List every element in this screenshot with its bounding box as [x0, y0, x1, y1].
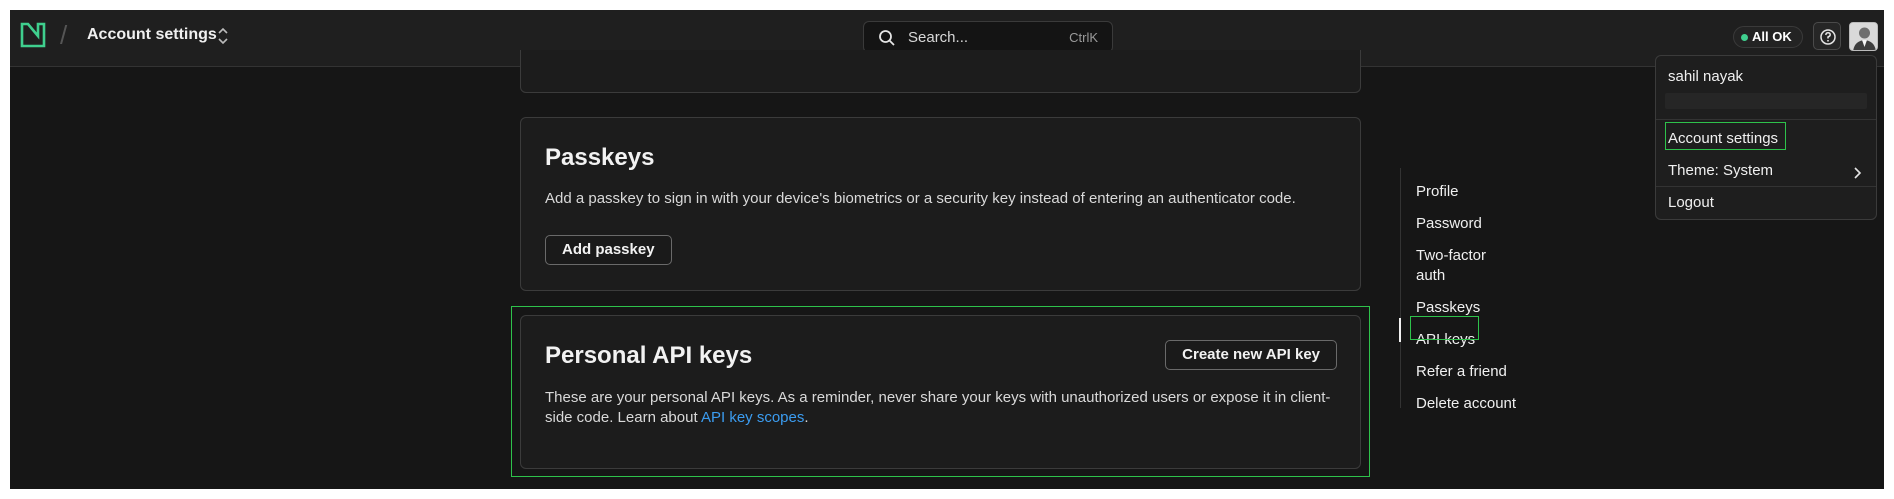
menu-item-logout[interactable]: Logout: [1668, 194, 1714, 211]
nav-api-keys-highlight: [1410, 316, 1479, 340]
chevron-up-down-icon[interactable]: [216, 26, 230, 46]
search-placeholder: Search...: [908, 29, 969, 46]
menu-item-theme[interactable]: Theme: System: [1668, 162, 1773, 179]
search-shortcut: CtrlK: [1069, 30, 1098, 45]
nav-item-refer-a-friend[interactable]: Refer a friend: [1416, 362, 1507, 382]
passkeys-card: Passkeys Add a passkey to sign in with y…: [520, 117, 1361, 291]
settings-sidenav: Profile Password Two-factor auth Passkey…: [1399, 168, 1530, 412]
app-window: / Account settings Search... CtrlK All O…: [10, 10, 1884, 489]
search-input[interactable]: Search... CtrlK: [863, 21, 1113, 53]
menu-divider: [1656, 119, 1876, 120]
nav-item-two-factor[interactable]: Two-factor: [1416, 246, 1486, 266]
nav-item-profile[interactable]: Profile: [1416, 182, 1459, 202]
menu-divider: [1656, 186, 1876, 187]
nav-item-passkeys[interactable]: Passkeys: [1416, 298, 1480, 318]
user-name: sahil nayak: [1668, 68, 1744, 85]
workspace-title[interactable]: Account settings: [87, 26, 217, 44]
chevron-right-icon: [1854, 167, 1862, 179]
previous-settings-card: [520, 50, 1361, 93]
help-button[interactable]: [1813, 22, 1841, 50]
avatar[interactable]: [1849, 22, 1878, 51]
nav-item-two-factor-auth[interactable]: auth: [1416, 266, 1445, 286]
nav-item-delete-account[interactable]: Delete account: [1416, 394, 1516, 414]
posthog-logo-icon[interactable]: [20, 22, 46, 48]
add-passkey-button[interactable]: Add passkey: [545, 235, 672, 265]
user-photo-icon: [1850, 23, 1877, 50]
status-label: All OK: [1752, 29, 1792, 44]
active-indicator: [1399, 318, 1401, 342]
passkeys-title: Passkeys: [545, 144, 655, 171]
user-email-redacted: [1665, 93, 1867, 109]
status-badge[interactable]: All OK: [1733, 26, 1803, 48]
nav-item-password[interactable]: Password: [1416, 214, 1482, 234]
passkeys-description: Add a passkey to sign in with your devic…: [545, 190, 1296, 207]
api-keys-highlight: [511, 306, 1370, 477]
breadcrumb-separator: /: [60, 20, 68, 50]
help-circle-icon: [1820, 29, 1836, 45]
status-dot-icon: [1741, 34, 1748, 41]
account-settings-highlight: [1665, 122, 1786, 150]
search-icon: [879, 30, 895, 46]
